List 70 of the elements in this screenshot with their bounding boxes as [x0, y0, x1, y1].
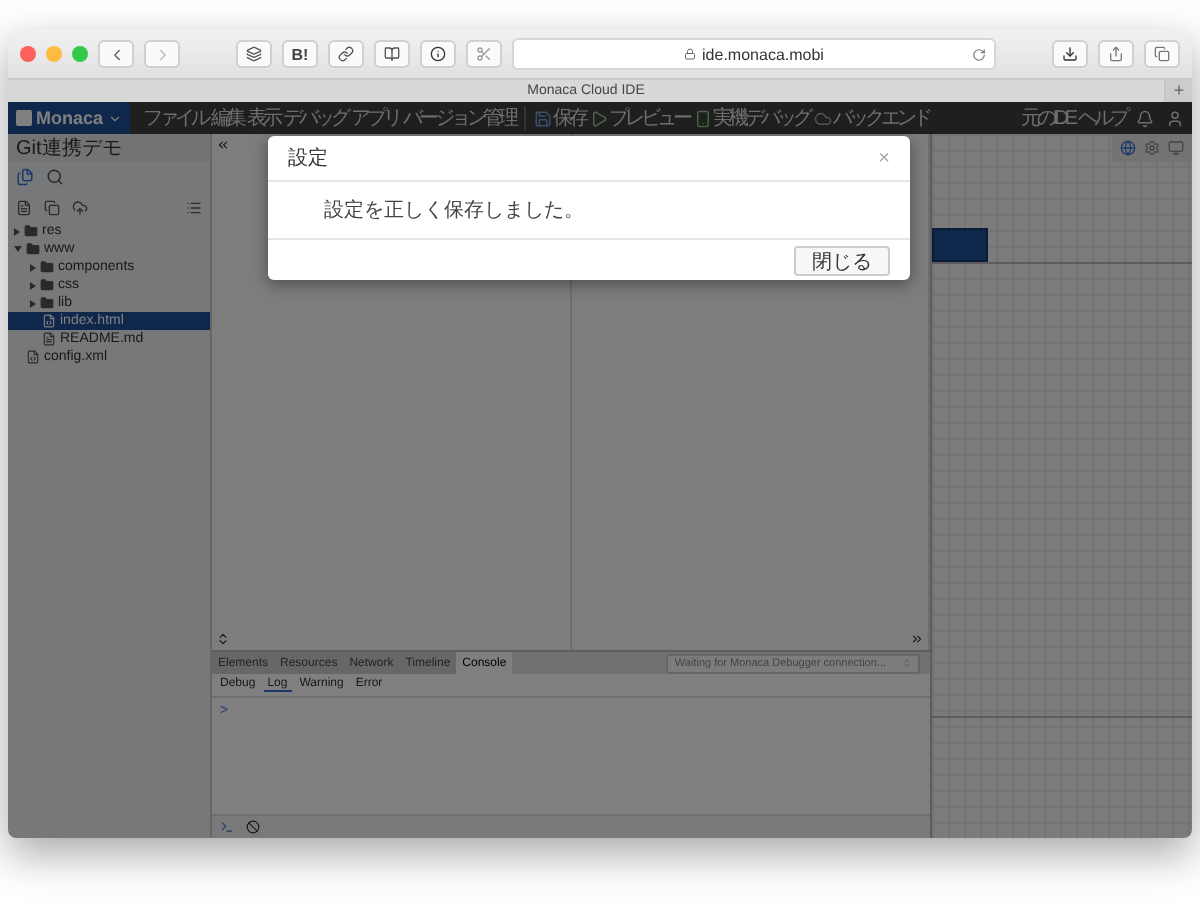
- download-button[interactable]: [1052, 40, 1088, 68]
- address-field[interactable]: ide.monaca.mobi: [512, 38, 996, 70]
- dialog-title: 設定: [288, 145, 328, 172]
- save-icon: [533, 109, 552, 127]
- menu-item[interactable]: アプリ: [349, 104, 402, 132]
- folder-icon: [40, 296, 54, 310]
- files-icon: [16, 168, 34, 186]
- toolbar-action[interactable]: プレビュー: [587, 104, 692, 132]
- caret-icon: [107, 111, 122, 125]
- share-button[interactable]: [1098, 40, 1134, 68]
- project-title: Git連携デモ: [8, 134, 210, 162]
- folder-icon: [40, 278, 54, 292]
- list-icon: [186, 199, 202, 215]
- search-icon: [46, 168, 64, 186]
- scissors-icon: [476, 46, 492, 62]
- file-icon: [42, 314, 56, 328]
- download-icon: [1062, 46, 1078, 62]
- menu-item[interactable]: バージョン管理: [401, 104, 518, 132]
- share-icon: [1108, 46, 1124, 62]
- terminal-icon: [220, 820, 234, 834]
- link-icon: [338, 46, 354, 62]
- bell-icon: [1136, 109, 1154, 127]
- settings-icon: [1144, 140, 1160, 156]
- collapse-left-icon: [216, 138, 230, 152]
- book-button[interactable]: [374, 40, 410, 68]
- menu-link[interactable]: 元のIDE: [1018, 104, 1076, 132]
- info-icon: [430, 46, 446, 62]
- dialog-message: 設定を正しく保存しました。: [324, 197, 584, 224]
- toolbar-action[interactable]: 実機デバッグ: [691, 104, 812, 132]
- tabs-button[interactable]: [1144, 40, 1180, 68]
- copy-icon: [44, 199, 60, 215]
- layers-icon: [246, 46, 262, 62]
- link-button[interactable]: [328, 40, 364, 68]
- new-file-icon: [16, 199, 32, 215]
- expand-right-icon: [910, 632, 924, 646]
- play-icon: [589, 109, 608, 127]
- reload-icon[interactable]: [972, 47, 986, 61]
- folder-icon: [40, 260, 54, 274]
- tabs-icon: [1154, 46, 1170, 62]
- menu-item[interactable]: デバッグ: [281, 104, 350, 132]
- menu-link[interactable]: ヘルプ: [1076, 104, 1128, 132]
- book-icon: [384, 46, 400, 62]
- folder-icon: [24, 224, 38, 238]
- updown-icon: [902, 658, 912, 668]
- toolbar-action[interactable]: 保存: [531, 104, 588, 132]
- toolbar-action[interactable]: バックエンド: [811, 104, 932, 132]
- folder-icon: [26, 242, 40, 256]
- upload-icon: [72, 199, 88, 215]
- new-tab-button[interactable]: +: [1164, 80, 1192, 102]
- bookmark-button[interactable]: B!: [282, 40, 318, 68]
- clear-icon: [246, 820, 260, 834]
- close-button[interactable]: ×: [878, 147, 890, 169]
- close-dialog-button[interactable]: 閉じる: [794, 245, 890, 275]
- globe-icon: [1120, 140, 1136, 156]
- user-icon: [1166, 109, 1184, 127]
- logo-button[interactable]: Monaca: [8, 102, 130, 134]
- menu-item[interactable]: 表示: [245, 104, 282, 132]
- info-button[interactable]: [420, 40, 456, 68]
- cloud-icon: [813, 109, 832, 127]
- lock-icon: [684, 48, 697, 60]
- phone-icon: [693, 109, 712, 127]
- close-light-icon[interactable]: [20, 46, 36, 62]
- scissors-button[interactable]: [466, 40, 502, 68]
- file-icon: [26, 350, 40, 364]
- resize-icon: [216, 632, 230, 646]
- menu-item[interactable]: 編集: [209, 104, 246, 132]
- monitor-icon: [1168, 140, 1184, 156]
- menu-item[interactable]: ファイル: [141, 104, 210, 132]
- markdown-file-icon: [42, 332, 56, 346]
- layers-button[interactable]: [236, 40, 272, 68]
